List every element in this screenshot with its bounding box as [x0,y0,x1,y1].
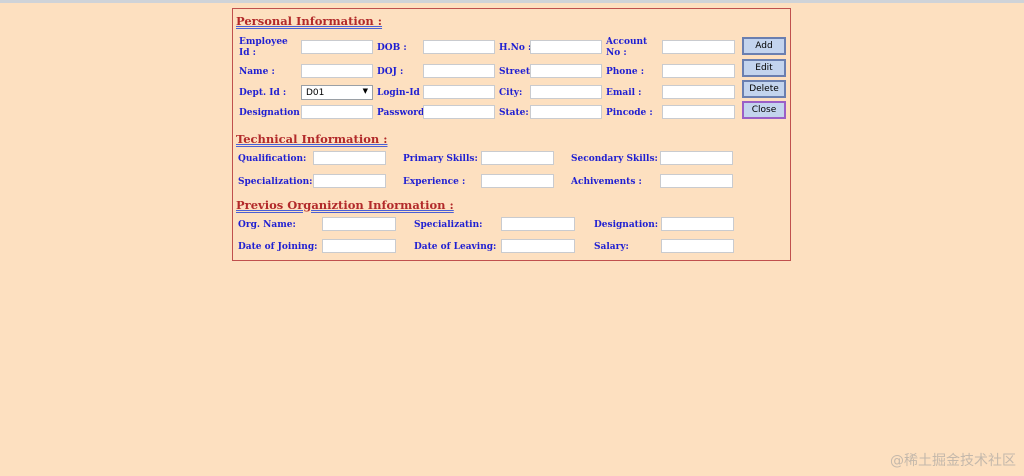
state-input[interactable] [530,105,602,119]
achivements-label: Achivements : [571,177,642,187]
date-of-leaving-label: Date of Leaving: [414,242,497,252]
secondary-skills-label: Secondary Skills: [571,154,658,164]
prev-designation-input[interactable] [661,217,734,231]
prev-designation-label: Designation: [594,220,659,230]
name-label: Name : [239,67,275,77]
qualification-label: Qualification: [238,154,307,164]
account-no-input[interactable] [662,40,735,54]
close-button[interactable]: Close [742,101,786,119]
email-label: Email : [606,88,642,98]
primary-skills-label: Primary Skills: [403,154,478,164]
employee-id-label: Employee Id : [239,37,288,58]
experience-input[interactable] [481,174,554,188]
org-name-label: Org. Name: [238,220,296,230]
employee-form-panel: Personal Information : Employee Id : DOB… [232,8,791,261]
specializatin-label: Specializatin: [414,220,483,230]
specialization-label: Specialization: [238,177,313,187]
login-id-label: Login-Id : [377,88,427,98]
secondary-skills-input[interactable] [660,151,733,165]
employee-id-input[interactable] [301,40,373,54]
edit-button[interactable]: Edit [742,59,786,77]
login-id-input[interactable] [423,85,495,99]
account-no-label: Account No : [606,37,648,58]
dob-input[interactable] [423,40,495,54]
org-name-input[interactable] [322,217,396,231]
previous-org-heading: Previos Organiztion Information : [236,198,454,212]
personal-info-heading: Personal Information : [236,14,383,28]
prev-specialization-input[interactable] [501,217,575,231]
pincode-label: Pincode : [606,108,653,118]
password-label: Password: [377,108,428,118]
date-of-joining-label: Date of Joining: [238,242,318,252]
phone-label: Phone : [606,67,645,77]
phone-input[interactable] [662,64,735,78]
dept-id-label: Dept. Id : [239,88,287,98]
qualification-input[interactable] [313,151,386,165]
doj-label: DOJ : [377,67,404,77]
state-label: State: [499,108,529,118]
email-input[interactable] [662,85,735,99]
password-input[interactable] [423,105,495,119]
street-label: Street: [499,67,534,77]
primary-skills-input[interactable] [481,151,554,165]
add-button[interactable]: Add [742,37,786,55]
dept-id-select[interactable]: D01 ▼ [301,85,373,100]
experience-label: Experience : [403,177,466,187]
achivements-input[interactable] [660,174,733,188]
date-of-joining-input[interactable] [322,239,396,253]
salary-label: Salary: [594,242,629,252]
salary-input[interactable] [661,239,734,253]
street-input[interactable] [530,64,602,78]
hno-input[interactable] [530,40,602,54]
name-input[interactable] [301,64,373,78]
doj-input[interactable] [423,64,495,78]
hno-label: H.No : [499,43,532,53]
delete-button[interactable]: Delete [742,80,786,98]
technical-info-heading: Technical Information : [236,132,388,146]
pincode-input[interactable] [662,105,735,119]
designation-label: Designation : [239,108,307,118]
browser-top-edge [0,0,1024,3]
city-label: City: [499,88,523,98]
designation-input[interactable] [301,105,373,119]
specialization-input[interactable] [313,174,386,188]
watermark-text: @稀土掘金技术社区 [890,453,1016,469]
chevron-down-icon: ▼ [362,87,368,95]
city-input[interactable] [530,85,602,99]
date-of-leaving-input[interactable] [501,239,575,253]
dob-label: DOB : [377,43,407,53]
dept-id-selected-value: D01 [306,87,325,98]
